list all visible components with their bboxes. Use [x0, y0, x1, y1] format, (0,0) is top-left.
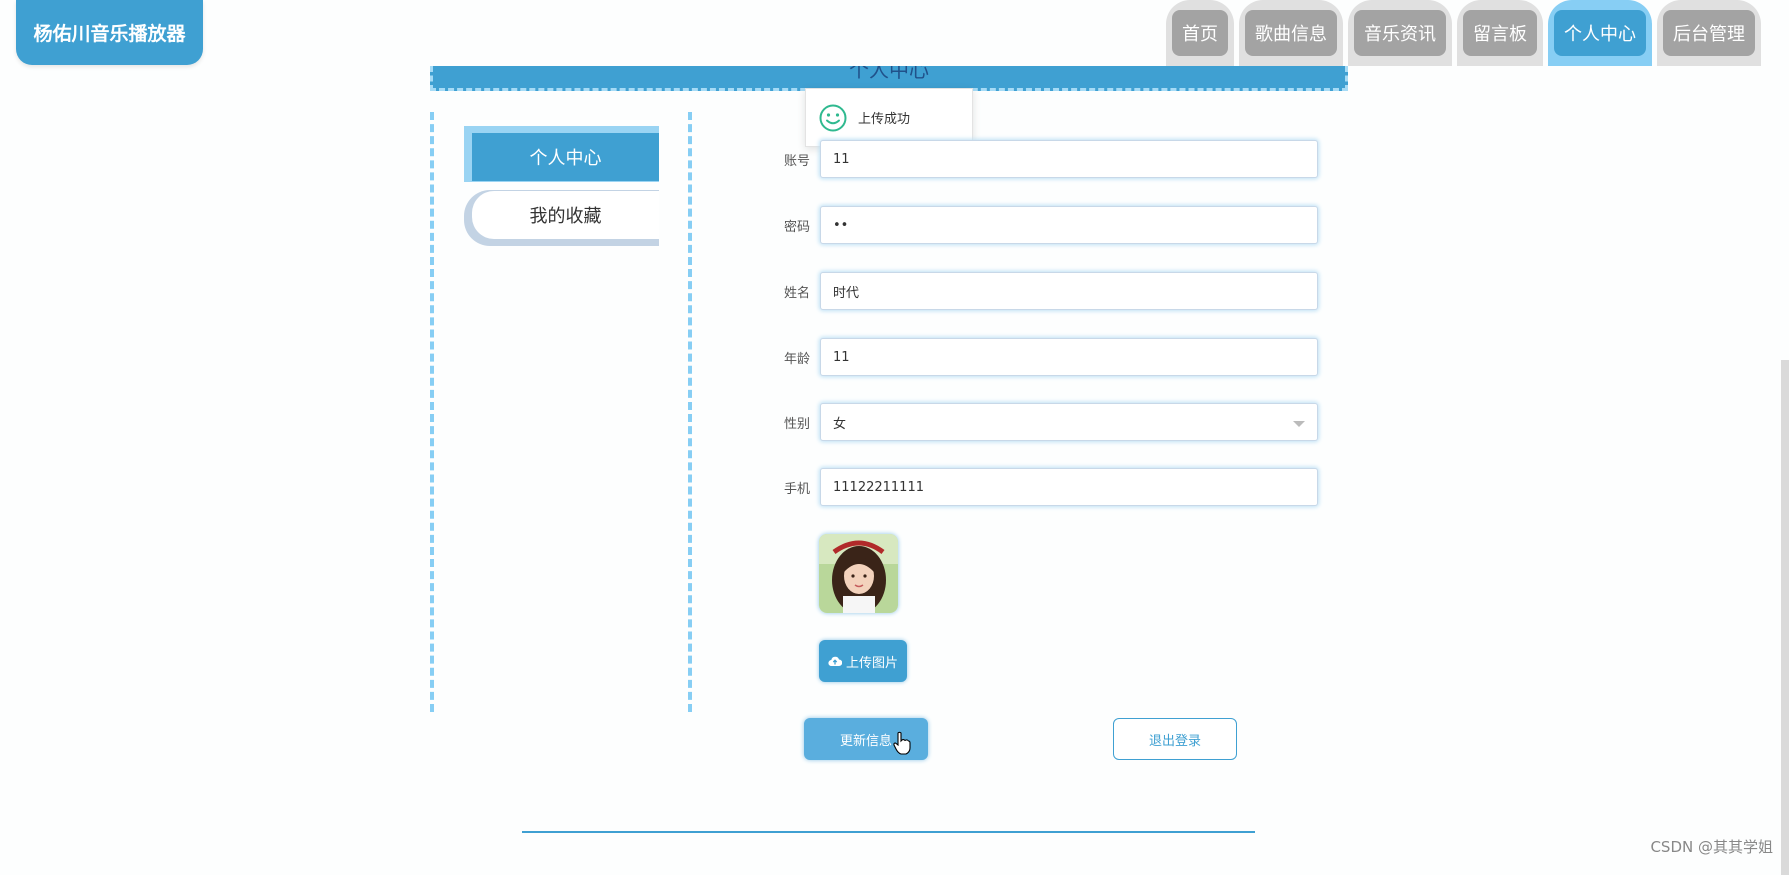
- sidebar-item-personal-center[interactable]: 个人中心: [472, 133, 659, 181]
- phone-input[interactable]: 11122211111: [820, 468, 1318, 506]
- smile-icon: [819, 104, 847, 131]
- nav-personal-center-label: 个人中心: [1554, 10, 1646, 56]
- footer-divider: [522, 831, 1255, 833]
- logout-button[interactable]: 退出登录: [1113, 718, 1237, 760]
- nav-news[interactable]: 音乐资讯: [1348, 0, 1452, 66]
- account-input[interactable]: 11: [820, 140, 1318, 178]
- account-label: 账号: [783, 153, 810, 169]
- nav-songs-label: 歌曲信息: [1245, 10, 1337, 56]
- nav-personal-center[interactable]: 个人中心: [1548, 0, 1652, 66]
- gender-selected-value: 女: [833, 416, 847, 432]
- hand-cursor-icon: [893, 731, 911, 755]
- upload-image-button[interactable]: 上传图片: [819, 640, 907, 682]
- phone-row: 手机 11122211111: [760, 467, 1320, 507]
- avatar: [819, 534, 898, 613]
- age-row: 年龄 11: [760, 337, 1320, 377]
- upload-image-label: 上传图片: [845, 655, 898, 671]
- password-input[interactable]: ••: [820, 206, 1318, 244]
- watermark: CSDN @其其学姐: [1650, 838, 1773, 856]
- nav-admin-label: 后台管理: [1663, 10, 1755, 56]
- sidebar-item-favorites[interactable]: 我的收藏: [472, 191, 659, 239]
- gender-row: 性别 女: [760, 402, 1320, 442]
- phone-label: 手机: [783, 481, 810, 497]
- toast-message: 上传成功: [858, 112, 911, 127]
- age-label: 年龄: [783, 351, 810, 367]
- left-divider: [430, 112, 434, 712]
- avatar-image: [819, 534, 898, 613]
- name-row: 姓名 时代: [760, 271, 1320, 311]
- name-input[interactable]: 时代: [820, 272, 1318, 310]
- right-divider: [688, 112, 692, 712]
- nav-songs[interactable]: 歌曲信息: [1239, 0, 1343, 66]
- nav-message-board-label: 留言板: [1463, 10, 1537, 56]
- password-label: 密码: [783, 219, 810, 235]
- nav-home-label: 首页: [1172, 10, 1228, 56]
- gender-select[interactable]: 女: [820, 403, 1318, 441]
- cloud-upload-icon: [828, 656, 842, 667]
- account-row: 账号 11: [760, 139, 1320, 179]
- password-row: 密码 ••: [760, 205, 1320, 245]
- nav-admin[interactable]: 后台管理: [1657, 0, 1761, 66]
- nav-home[interactable]: 首页: [1166, 0, 1234, 66]
- nav-news-label: 音乐资讯: [1354, 10, 1446, 56]
- app-logo[interactable]: 杨佑川音乐播放器: [16, 0, 203, 65]
- name-label: 姓名: [783, 285, 810, 301]
- gender-label: 性别: [783, 416, 810, 432]
- scrollbar[interactable]: [1781, 360, 1789, 875]
- nav-message-board[interactable]: 留言板: [1457, 0, 1543, 66]
- top-nav: 首页 歌曲信息 音乐资讯 留言板 个人中心 后台管理: [1166, 0, 1761, 66]
- age-input[interactable]: 11: [820, 338, 1318, 376]
- page-title: 个人中心: [849, 66, 929, 82]
- chevron-down-icon: [1293, 421, 1305, 427]
